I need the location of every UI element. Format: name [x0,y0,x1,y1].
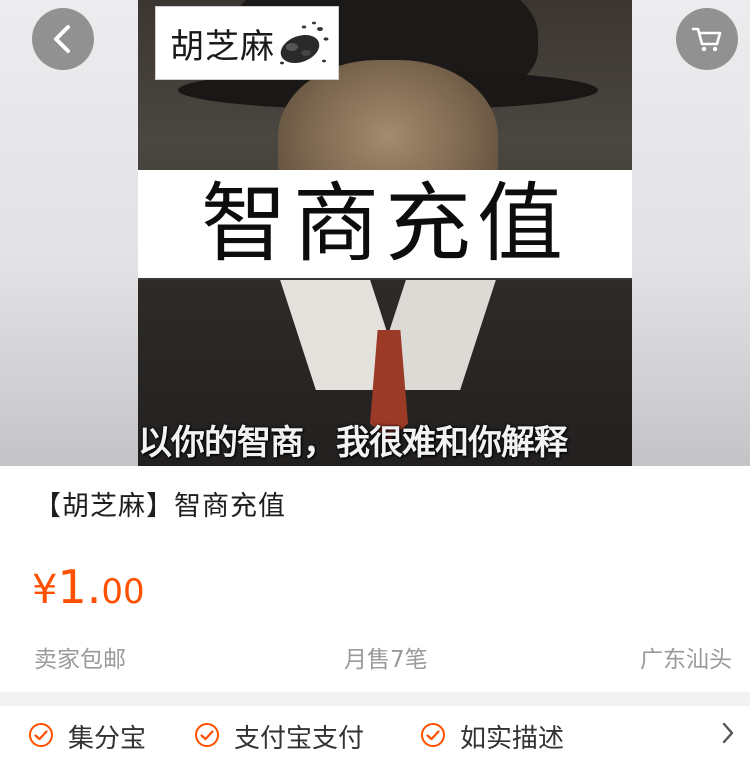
brand-logo: 胡芝麻 [155,6,339,80]
check-circle-icon [195,723,219,747]
product-info-panel: 【胡芝麻】智商充值 ¥1.00 卖家包邮 月售7笔 广东汕头 [0,466,750,692]
product-price: ¥1.00 [32,560,145,614]
shopping-cart-icon [691,27,722,52]
image-banner-text: 智商充值 [201,174,569,274]
price-decimal: 00 [101,572,145,612]
chevron-left-icon [54,25,70,53]
back-button[interactable] [32,8,94,70]
check-circle-icon [421,723,445,747]
check-circle-icon [29,723,53,747]
image-banner: 智商充值 [138,170,632,278]
cart-button[interactable] [676,8,738,70]
service-guarantees-row[interactable]: 集分宝 支付宝支付 如实描述 [0,706,750,754]
monthly-sales: 月售7笔 [344,647,428,673]
sesame-seeds-icon [280,21,329,65]
image-caption: 以你的智商，我很难和你解释 [138,423,568,463]
product-image-gallery[interactable]: 胡芝麻 智商充值 以你的智商，我很难和你解释 [0,0,750,466]
brand-logo-text: 胡芝麻 [170,27,275,67]
price-currency-symbol: ¥ [32,567,58,613]
service-label: 支付宝支付 [234,724,365,754]
section-divider [0,692,750,706]
shipping-info: 卖家包邮 [34,647,126,673]
seller-location: 广东汕头 [640,647,732,673]
price-integer: 1. [57,560,102,614]
service-label: 集分宝 [68,724,147,754]
chevron-right-icon[interactable] [718,720,738,746]
service-label: 如实描述 [460,724,565,754]
product-title: 【胡芝麻】智商充值 [34,491,286,522]
